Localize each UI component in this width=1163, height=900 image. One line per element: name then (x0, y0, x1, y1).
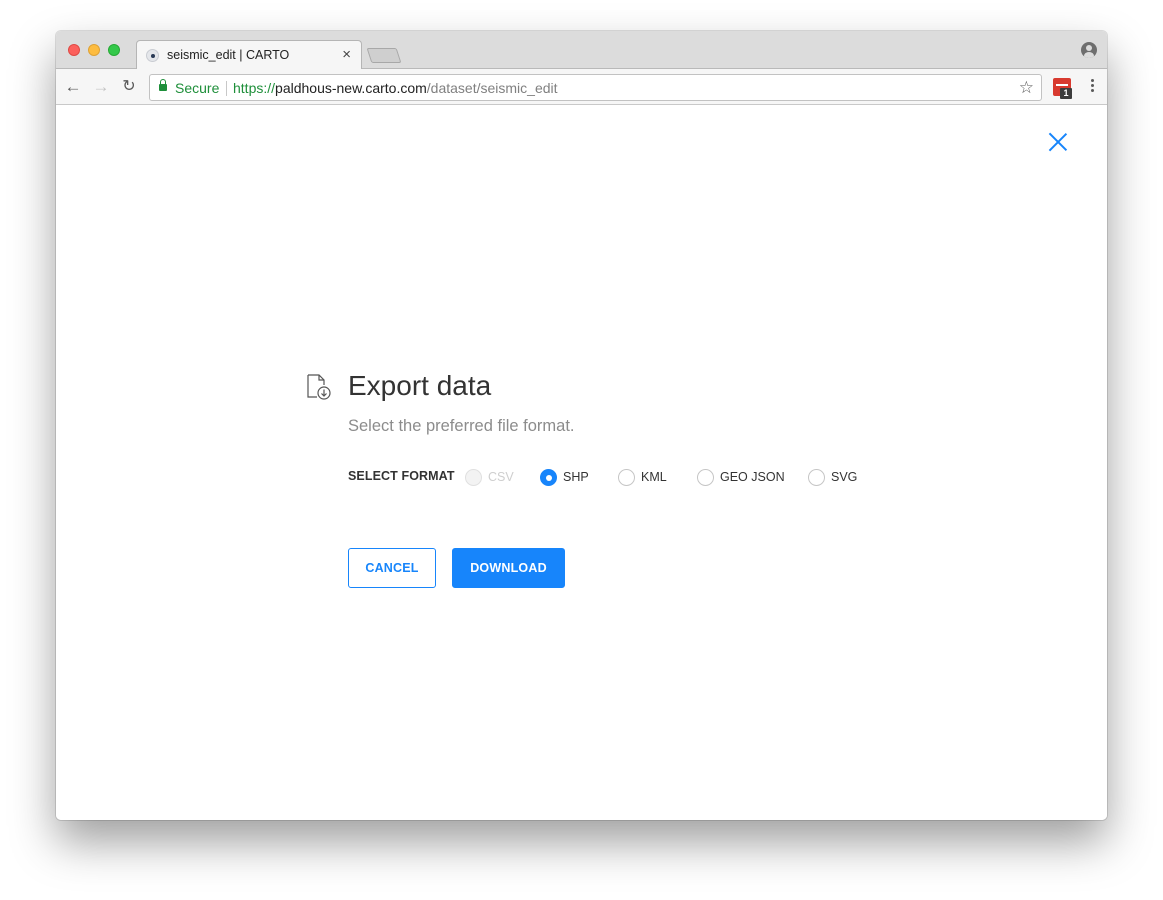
extension-badge: 1 (1060, 88, 1072, 99)
radio-kml[interactable] (618, 469, 635, 486)
window-maximize-button[interactable] (108, 44, 120, 56)
download-button[interactable]: DOWNLOAD (452, 548, 565, 588)
select-format-label: SELECT FORMAT (348, 469, 455, 483)
close-dialog-icon[interactable] (1048, 132, 1068, 152)
back-icon[interactable]: ← (62, 76, 84, 98)
url-path: /dataset/seismic_edit (426, 80, 558, 96)
new-tab-button[interactable] (366, 48, 402, 63)
browser-menu-icon[interactable] (1091, 77, 1095, 97)
format-label-svg: SVG (831, 470, 858, 484)
browser-window: seismic_edit | CARTO × ← → ↻ Secure http… (56, 31, 1107, 820)
window-minimize-button[interactable] (88, 44, 100, 56)
tab-strip: seismic_edit | CARTO × (56, 31, 1107, 70)
format-label-csv: CSV (488, 470, 514, 484)
dialog-title: Export data (348, 370, 492, 401)
reload-icon[interactable]: ↻ (118, 76, 140, 98)
secure-label: Secure (175, 80, 220, 96)
profile-icon[interactable] (1081, 42, 1097, 58)
url-scheme: https:// (233, 80, 276, 96)
tab-title: seismic_edit | CARTO (167, 48, 290, 62)
bookmark-star-icon[interactable]: ☆ (1019, 78, 1034, 98)
tab-close-icon[interactable]: × (342, 46, 351, 63)
forward-icon[interactable]: → (90, 76, 112, 98)
lock-icon (159, 79, 167, 91)
address-separator (226, 81, 227, 96)
radio-shp[interactable] (540, 469, 557, 486)
carto-favicon-icon (146, 49, 159, 62)
url-host: paldhous-new.carto.com (275, 80, 427, 96)
radio-geojson[interactable] (697, 469, 714, 486)
format-label-kml: KML (641, 470, 667, 484)
url-text[interactable]: https://paldhous-new.carto.com/dataset/s… (233, 80, 558, 96)
address-bar[interactable]: Secure https://paldhous-new.carto.com/da… (149, 74, 1042, 101)
radio-svg[interactable] (808, 469, 825, 486)
window-close-button[interactable] (68, 44, 80, 56)
format-label-geojson: GEO JSON (720, 470, 785, 484)
tab-seismic-edit[interactable]: seismic_edit | CARTO × (136, 40, 362, 70)
cancel-button[interactable]: CANCEL (348, 548, 436, 588)
dialog-subtitle: Select the preferred file format. (348, 417, 575, 435)
radio-csv[interactable] (465, 469, 482, 486)
format-label-shp: SHP (563, 470, 589, 484)
export-file-icon (307, 374, 331, 400)
browser-toolbar: ← → ↻ Secure https://paldhous-new.carto.… (56, 69, 1107, 105)
page-content: Export data Select the preferred file fo… (56, 106, 1107, 820)
